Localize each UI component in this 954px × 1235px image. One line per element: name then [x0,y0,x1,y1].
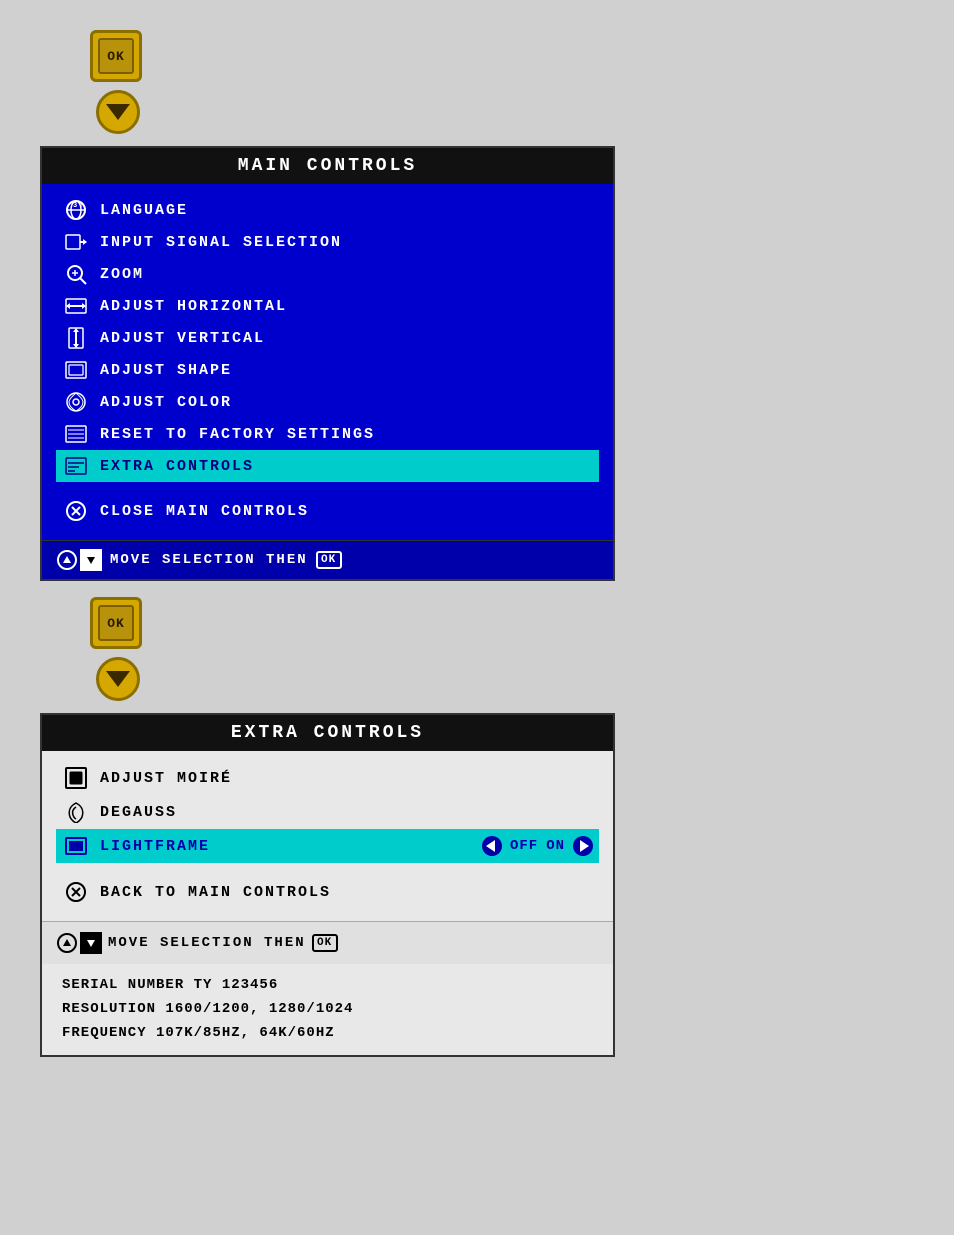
input-signal-icon [62,231,90,253]
resolution-info: RESOLUTION 1600/1200, 1280/1024 [62,998,593,1022]
language-icon: 3? [62,199,90,221]
extra-controls-panel: EXTRA CONTROLS ADJUST MOIRÉ DEGAUSS [40,713,615,1057]
menu-item-adjust-horizontal[interactable]: ADJUST HORIZONTAL [56,290,599,322]
extra-footer-ok-badge: OK [312,934,338,952]
reset-factory-icon [62,423,90,445]
lightframe-arrow-right[interactable] [573,836,593,856]
extra-controls-body: ADJUST MOIRÉ DEGAUSS LIGHTFRAME O [42,751,613,921]
footer-ok-badge: OK [316,551,342,569]
menu-item-adjust-shape[interactable]: ADJUST SHAPE [56,354,599,386]
frequency-info: FREQUENCY 107K/85HZ, 64K/60HZ [62,1022,593,1046]
back-label: BACK TO MAIN CONTROLS [100,884,331,901]
ok-label-second: OK [107,616,125,631]
ok-button-inner-second: OK [98,605,134,641]
serial-number: SERIAL NUMBER TY 123456 [62,974,593,998]
extra-controls-footer: MOVE SELECTION THEN OK [42,921,613,964]
ok-label-top: OK [107,49,125,64]
lightframe-off-label: OFF [510,838,538,854]
extra-controls-label: EXTRA CONTROLS [100,458,593,475]
arrow-down-top[interactable] [96,90,140,134]
menu-item-adjust-vertical[interactable]: ADJUST VERTICAL [56,322,599,354]
back-to-main-controls-item[interactable]: BACK TO MAIN CONTROLS [56,873,599,911]
menu-item-reset-factory[interactable]: RESET TO FACTORY SETTINGS [56,418,599,450]
input-signal-label: INPUT SIGNAL SELECTION [100,234,593,251]
lightframe-icon [62,835,90,857]
adjust-vertical-icon [62,327,90,349]
adjust-color-label: ADJUST COLOR [100,394,593,411]
close-icon [62,500,90,522]
main-controls-panel: MAIN CONTROLS 3? LANGUAGE [40,146,615,581]
degauss-icon [62,801,90,823]
adjust-moire-icon [62,767,90,789]
reset-factory-label: RESET TO FACTORY SETTINGS [100,426,593,443]
main-controls-body: 3? LANGUAGE INPUT SIGNAL SELECTION [42,184,613,540]
extra-footer-move-label: MOVE SELECTION THEN [108,935,306,951]
menu-item-extra-controls[interactable]: EXTRA CONTROLS [56,450,599,482]
adjust-color-icon [62,391,90,413]
menu-item-adjust-color[interactable]: ADJUST COLOR [56,386,599,418]
extra-controls-title: EXTRA CONTROLS [42,715,613,751]
adjust-vertical-label: ADJUST VERTICAL [100,330,593,347]
lightframe-label: LIGHTFRAME [100,838,210,855]
extra-menu-divider [56,863,599,873]
extra-item-lightframe[interactable]: LIGHTFRAME OFF ON [56,829,599,863]
ok-button-inner-top: OK [98,38,134,74]
degauss-label: DEGAUSS [100,804,177,821]
adjust-horizontal-icon [62,295,90,317]
arrow-down-second[interactable] [96,657,140,701]
adjust-horizontal-label: ADJUST HORIZONTAL [100,298,593,315]
adjust-shape-icon [62,359,90,381]
svg-text:3?: 3? [73,202,85,210]
menu-item-language[interactable]: 3? LANGUAGE [56,194,599,226]
menu-item-input-signal[interactable]: INPUT SIGNAL SELECTION [56,226,599,258]
ok-button-top[interactable]: OK [90,30,142,82]
footer-nav-icons [56,549,102,571]
main-controls-footer: MOVE SELECTION THEN OK [42,540,613,579]
menu-item-zoom[interactable]: ZOOM [56,258,599,290]
main-menu-divider [56,482,599,492]
adjust-moire-label: ADJUST MOIRÉ [100,770,232,787]
extra-item-adjust-moire[interactable]: ADJUST MOIRÉ [56,761,599,795]
main-controls-title: MAIN CONTROLS [42,148,613,184]
adjust-shape-label: ADJUST SHAPE [100,362,593,379]
serial-info-block: SERIAL NUMBER TY 123456 RESOLUTION 1600/… [42,964,613,1055]
lightframe-arrow-left[interactable] [482,836,502,856]
language-label: LANGUAGE [100,202,593,219]
extra-controls-icon [62,455,90,477]
footer-move-label: MOVE SELECTION THEN [110,552,308,568]
lightframe-toggle-group: OFF ON [482,836,593,856]
back-icon [62,881,90,903]
zoom-icon [62,263,90,285]
extra-footer-nav-icons [56,932,102,954]
extra-item-degauss[interactable]: DEGAUSS [56,795,599,829]
close-main-controls-item[interactable]: CLOSE MAIN CONTROLS [56,492,599,530]
ok-button-second[interactable]: OK [90,597,142,649]
close-main-controls-label: CLOSE MAIN CONTROLS [100,503,309,520]
lightframe-on-label: ON [546,838,565,854]
zoom-label: ZOOM [100,266,593,283]
